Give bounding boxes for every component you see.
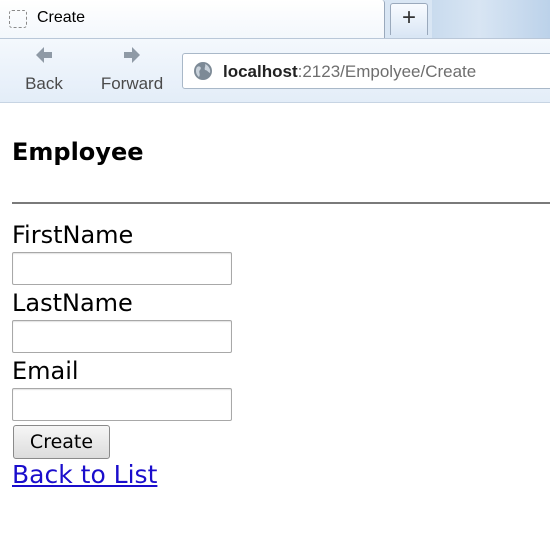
forward-label: Forward [100,74,164,93]
browser-tab[interactable]: Create [0,0,385,38]
lastname-input[interactable] [12,320,232,353]
url-text: localhost:2123/Empolyee/Create [223,62,476,82]
new-tab-button[interactable]: + [390,3,428,35]
email-label: Email [12,357,79,385]
back-button[interactable]: Back [20,39,68,101]
page-title: Employee [12,138,144,166]
plus-icon: + [401,4,416,31]
globe-icon [193,61,213,85]
browser-chrome: Create + Back Forward localhost:2123/Emp… [0,0,550,103]
url-host: localhost [223,62,298,81]
tab-title: Create [37,9,86,26]
back-arrow-icon [34,45,54,70]
back-to-list-link[interactable]: Back to List [12,460,157,489]
page-icon [9,10,27,28]
forward-button[interactable]: Forward [96,39,168,101]
email-input[interactable] [12,388,232,421]
firstname-input[interactable] [12,252,232,285]
divider [12,202,550,204]
forward-arrow-icon [122,45,142,70]
create-button[interactable]: Create [13,425,110,459]
navigation-toolbar: Back Forward localhost:2123/Empolyee/Cre… [0,38,550,103]
address-bar[interactable]: localhost:2123/Empolyee/Create [182,53,550,89]
url-path: :2123/Empolyee/Create [297,62,477,81]
tab-strip-background [432,0,550,38]
firstname-label: FirstName [12,221,134,249]
back-label: Back [25,74,63,93]
lastname-label: LastName [12,289,133,317]
